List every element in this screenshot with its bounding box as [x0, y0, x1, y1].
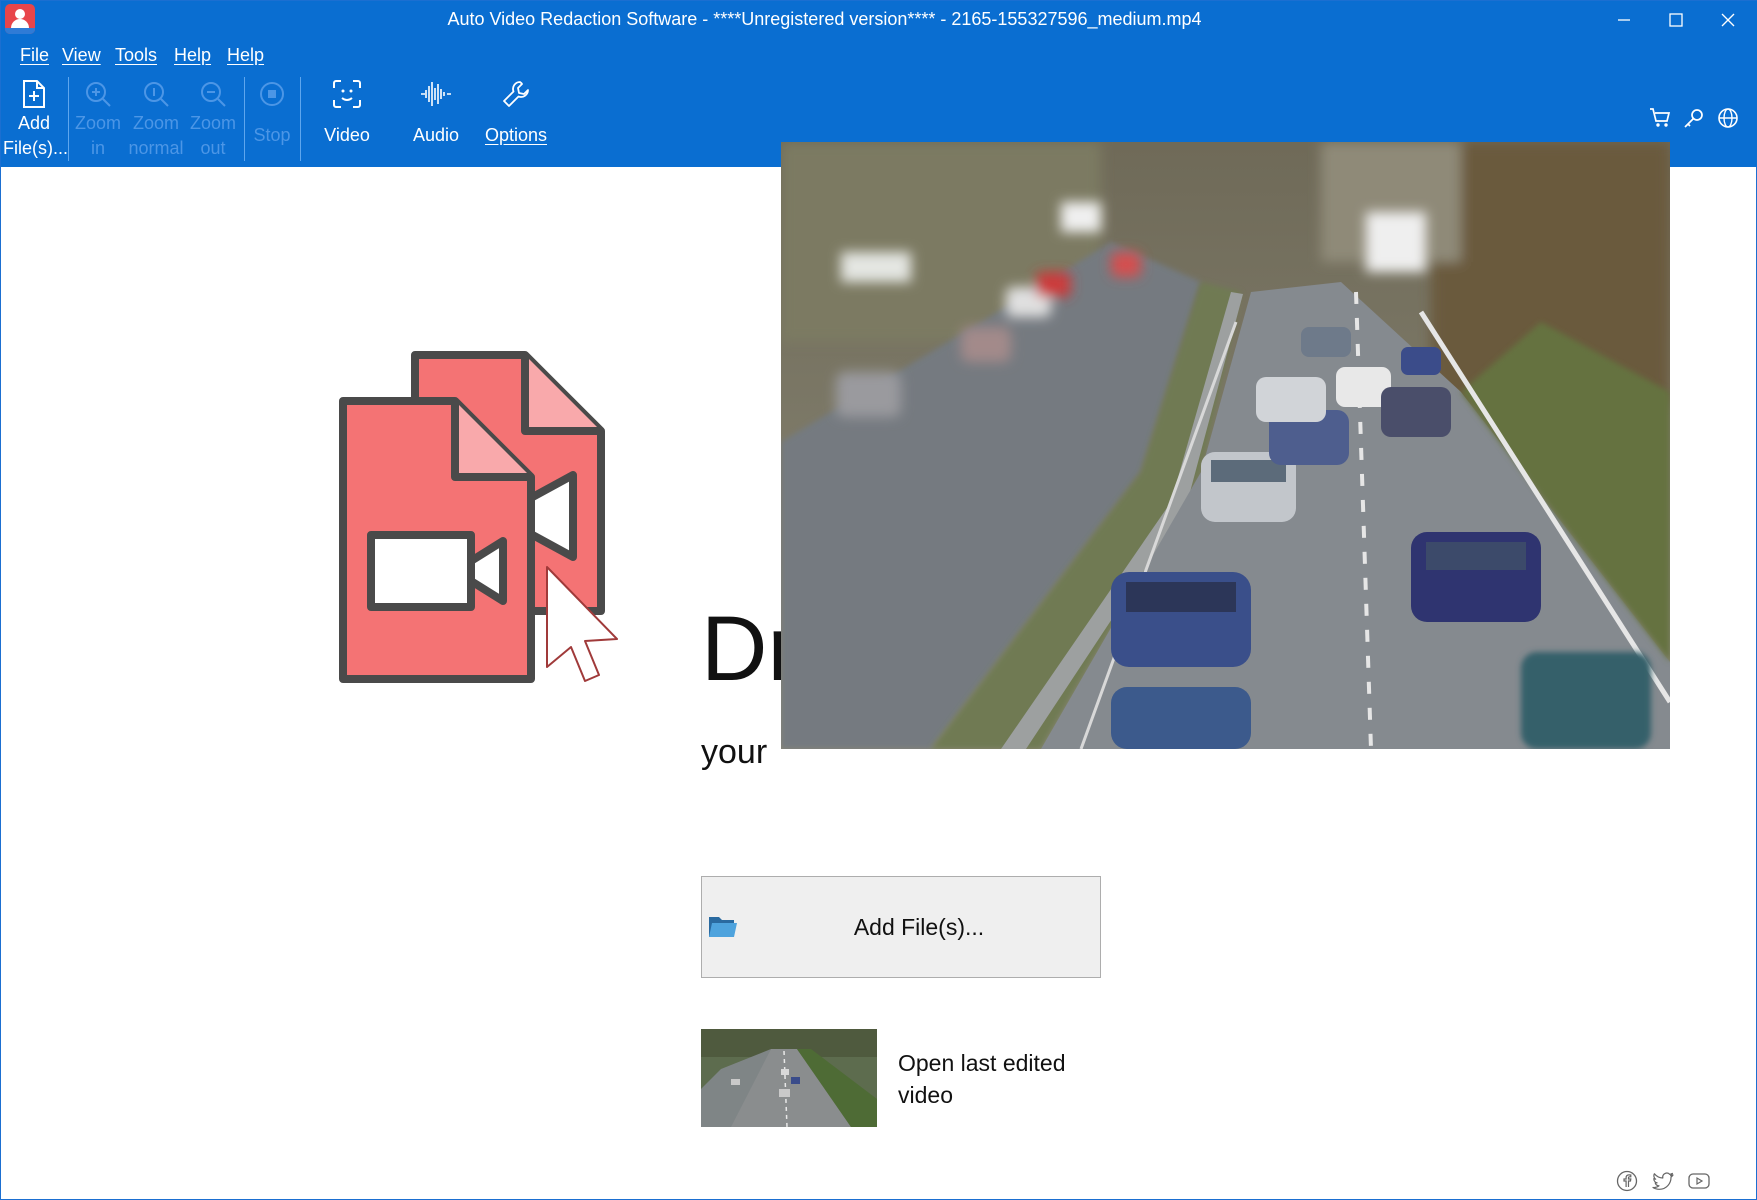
- drop-subtitle: your: [701, 733, 768, 771]
- add-files-button[interactable]: Add File(s)...: [701, 876, 1101, 978]
- stop-button[interactable]: Stop: [249, 71, 295, 167]
- zoom-out-label-1: Zoom: [189, 113, 236, 133]
- open-last-edited-link[interactable]: Open last edited video: [898, 1047, 1098, 1111]
- minimize-button[interactable]: [1598, 1, 1650, 39]
- zoom-normal-label-2: normal: [128, 138, 184, 158]
- menu-help[interactable]: Help: [174, 45, 211, 66]
- road-thumbnail-image: [701, 1029, 877, 1127]
- add-file-icon: [23, 80, 45, 108]
- zoom-normal-icon: [144, 82, 169, 107]
- add-files-button-label: Add File(s)...: [853, 914, 985, 940]
- globe-icon[interactable]: [1717, 107, 1739, 129]
- video-button[interactable]: Video: [313, 71, 381, 167]
- zoom-in-label-2: in: [90, 138, 105, 158]
- audio-label: Audio: [412, 125, 460, 145]
- highway-video-frame: [781, 142, 1670, 749]
- menu-tools[interactable]: Tools: [115, 45, 157, 66]
- maximize-icon: [1669, 13, 1683, 27]
- stop-icon: [260, 82, 284, 106]
- menu-view[interactable]: View: [62, 45, 101, 66]
- cart-icon[interactable]: [1649, 107, 1671, 129]
- menu-bar: File View Tools Help Help: [1, 39, 1757, 71]
- toolbar-right-icons: [1649, 107, 1739, 129]
- zoom-out-button[interactable]: Zoom out: [186, 71, 240, 167]
- app-window: Auto Video Redaction Software - ****Unre…: [0, 0, 1757, 1200]
- zoom-normal-button[interactable]: Zoom normal: [127, 71, 185, 167]
- video-preview-overlay[interactable]: [781, 142, 1670, 749]
- facebook-icon[interactable]: [1615, 1169, 1639, 1193]
- menu-file[interactable]: File: [20, 45, 49, 66]
- video-label: Video: [324, 125, 370, 145]
- key-icon[interactable]: [1683, 107, 1705, 129]
- zoom-in-icon: [86, 82, 111, 107]
- options-button[interactable]: Options: [479, 71, 553, 167]
- minimize-icon: [1618, 19, 1630, 21]
- video-files-illustration: [339, 351, 618, 683]
- last-edited-thumbnail[interactable]: [701, 1029, 877, 1127]
- face-scan-icon: [333, 80, 361, 108]
- window-title: Auto Video Redaction Software - ****Unre…: [447, 9, 1202, 29]
- zoom-out-label-2: out: [200, 138, 226, 158]
- options-label: Options: [484, 125, 548, 145]
- zoom-in-label-1: Zoom: [74, 113, 121, 133]
- stop-label: Stop: [253, 125, 291, 145]
- maximize-button[interactable]: [1650, 1, 1702, 39]
- add-files-label-1: Add: [17, 113, 51, 133]
- add-files-toolbar-button[interactable]: Add File(s)...: [3, 71, 68, 167]
- add-files-label-2: File(s)...: [3, 138, 68, 158]
- waveform-icon: [421, 82, 451, 106]
- twitter-icon[interactable]: [1651, 1169, 1675, 1193]
- zoom-in-button[interactable]: Zoom in: [71, 71, 125, 167]
- zoom-out-icon: [201, 82, 226, 107]
- title-bar: Auto Video Redaction Software - ****Unre…: [1, 1, 1757, 39]
- wrench-icon: [503, 81, 529, 107]
- menu-help-2[interactable]: Help: [227, 45, 264, 66]
- audio-button[interactable]: Audio: [401, 71, 471, 167]
- youtube-icon[interactable]: [1687, 1169, 1711, 1193]
- close-button[interactable]: [1702, 1, 1754, 39]
- close-icon: [1721, 13, 1735, 27]
- zoom-normal-label-1: Zoom: [132, 113, 179, 133]
